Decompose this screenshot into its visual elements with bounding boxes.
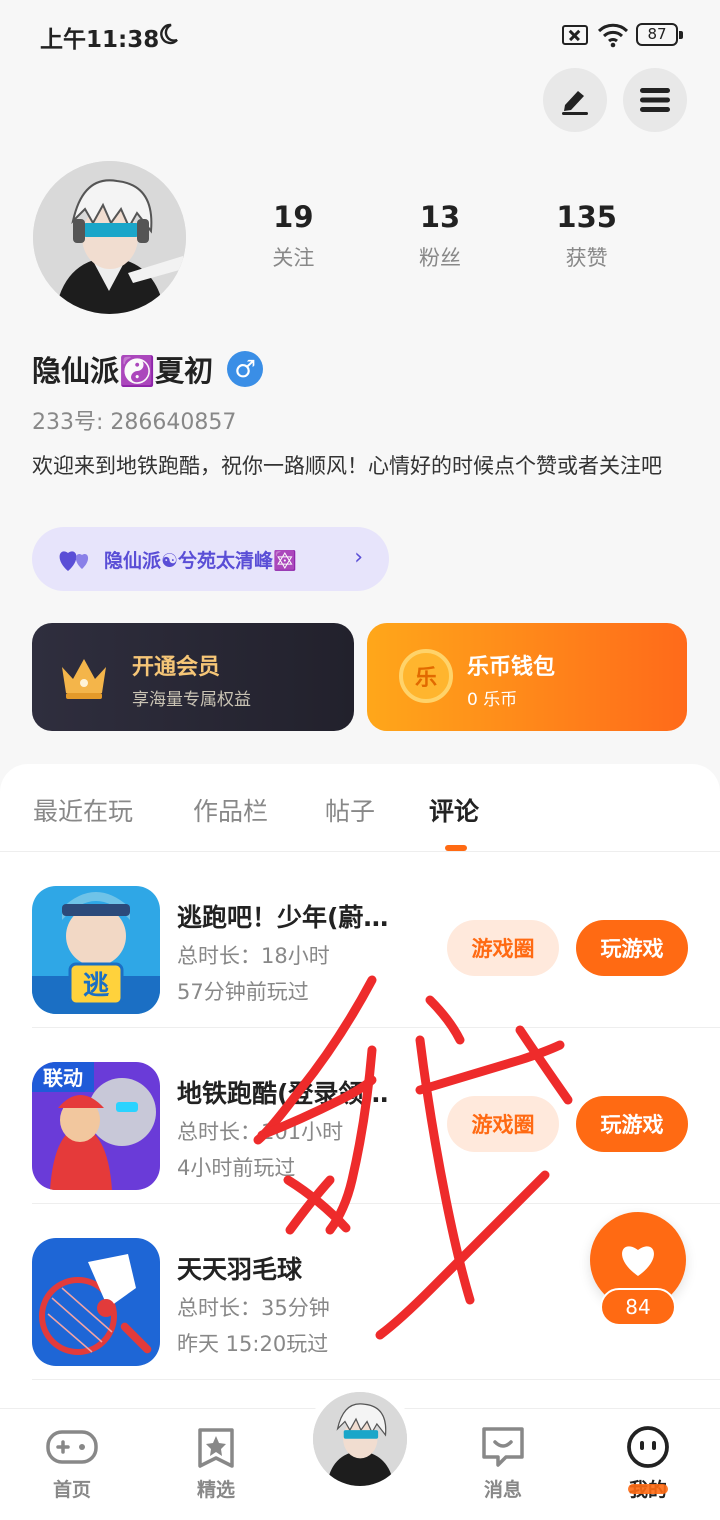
- nav-label: 消息: [483, 1479, 522, 1501]
- avatar-illustration: [33, 161, 186, 314]
- active-nav-indicator: [628, 1484, 668, 1494]
- game-icon-art: 逃: [32, 886, 160, 1014]
- badminton-icon-art: [32, 1238, 160, 1366]
- battery-icon: 87: [636, 23, 683, 46]
- game-list-item[interactable]: 联动 地铁跑酷(登录领… 总时长：101小时 4小时前玩过 游戏圈 玩游戏: [0, 1028, 720, 1204]
- game-icon-glyph: 逃: [83, 971, 109, 1001]
- tab-recently-played[interactable]: 最近在玩: [33, 792, 133, 828]
- profile-bio: 欢迎来到地铁跑酷，祝你一路顺风！心情好的时候点个赞或者关注吧: [32, 454, 662, 478]
- game-circle-button[interactable]: 游戏圈: [447, 920, 559, 976]
- nav-home[interactable]: 首页: [22, 1425, 122, 1502]
- heart-icon: [622, 1246, 654, 1276]
- avatar: [313, 1392, 407, 1486]
- message-icon: [482, 1427, 524, 1467]
- star-tab-icon: [198, 1428, 234, 1468]
- game-circle-button[interactable]: 游戏圈: [447, 1096, 559, 1152]
- stat-label: 获赞: [565, 246, 608, 270]
- stat-value: 19: [273, 200, 314, 234]
- do-not-disturb-moon-icon: [160, 23, 178, 45]
- stat-likes[interactable]: 135 获赞: [513, 200, 660, 272]
- wallet-balance: 0 乐币: [467, 690, 518, 710]
- game-name: 地铁跑酷(登录领…: [177, 1079, 389, 1108]
- play-game-button[interactable]: 玩游戏: [576, 1096, 688, 1152]
- status-bar: 上午11:38 87: [0, 0, 720, 70]
- nav-featured[interactable]: 精选: [166, 1425, 266, 1502]
- status-time: 上午11:38: [40, 27, 160, 53]
- menu-button[interactable]: [623, 68, 687, 132]
- pen-icon: [562, 91, 588, 115]
- edit-profile-button[interactable]: [543, 68, 607, 132]
- stat-value: 13: [419, 200, 461, 234]
- stat-value: 135: [556, 200, 617, 234]
- nav-label: 首页: [52, 1479, 91, 1501]
- stat-label: 关注: [272, 246, 315, 270]
- avatar-illustration: [313, 1392, 407, 1486]
- game-icon[interactable]: [32, 1238, 160, 1366]
- club-name: 隐仙派☯兮苑太清峰🔯: [104, 549, 297, 572]
- profile-avatar[interactable]: [33, 161, 186, 314]
- face-icon: [627, 1426, 669, 1468]
- stat-label: 粉丝: [419, 246, 461, 270]
- hearts-icon: [59, 551, 89, 571]
- profile-stats: 19 关注 13 粉丝 135 获赞: [220, 200, 660, 272]
- game-list-item[interactable]: 逃 逃跑吧！少年(蔚… 总时长：18小时 57分钟前玩过 游戏圈 玩游戏: [0, 852, 720, 1028]
- wallet-title: 乐币钱包: [467, 655, 556, 680]
- game-icon-glyph: 联动: [43, 1066, 83, 1090]
- game-icon[interactable]: 逃: [32, 886, 160, 1014]
- user-id[interactable]: 233号: 286640857: [32, 404, 236, 436]
- username: 隐仙派☯️夏初: [32, 354, 214, 388]
- stat-following[interactable]: 19 关注: [220, 200, 367, 272]
- vip-subtitle: 享海量专属权益: [132, 690, 251, 710]
- profile-tabs: 最近在玩 作品栏 帖子 评论: [0, 764, 720, 852]
- game-icon[interactable]: 联动: [32, 1062, 160, 1190]
- gamepad-icon: [46, 1430, 98, 1464]
- game-name: 逃跑吧！少年(蔚…: [177, 903, 389, 932]
- club-badge-button[interactable]: 隐仙派☯兮苑太清峰🔯 ›: [32, 527, 389, 591]
- vip-title: 开通会员: [132, 655, 221, 680]
- wifi-icon: [597, 23, 629, 48]
- tab-posts[interactable]: 帖子: [325, 792, 375, 828]
- active-tab-indicator: [445, 845, 467, 851]
- play-game-button[interactable]: 玩游戏: [576, 920, 688, 976]
- game-duration: 总时长：101小时: [177, 1120, 344, 1144]
- game-last-played: 4小时前玩过: [177, 1156, 296, 1180]
- crown-icon: [62, 659, 106, 699]
- game-duration: 总时长：35分钟: [177, 1296, 330, 1320]
- no-sim-icon: [562, 25, 588, 45]
- game-name: 天天羽毛球: [177, 1255, 303, 1284]
- game-icon-art: 联动: [32, 1062, 160, 1190]
- tab-works[interactable]: 作品栏: [193, 792, 268, 828]
- game-duration: 总时长：18小时: [177, 944, 330, 968]
- nav-label: 精选: [196, 1479, 235, 1501]
- coin-wallet-card[interactable]: 乐 乐币钱包 0 乐币: [367, 623, 687, 731]
- bottom-navigation: 首页 精选 消息 我的: [0, 1385, 720, 1520]
- nav-messages[interactable]: 消息: [453, 1425, 553, 1502]
- username-row: 隐仙派☯️夏初 ♂: [32, 348, 264, 390]
- vip-membership-card[interactable]: 开通会员 享海量专属权益: [32, 623, 354, 731]
- like-count: 84: [600, 1288, 676, 1326]
- game-last-played: 57分钟前玩过: [177, 980, 309, 1004]
- hamburger-icon: [640, 88, 670, 112]
- chevron-right-icon: ›: [354, 545, 363, 570]
- game-last-played: 昨天 15:20玩过: [177, 1332, 329, 1356]
- tab-comments[interactable]: 评论: [429, 792, 479, 828]
- divider: [32, 1379, 720, 1380]
- male-gender-icon: ♂: [227, 351, 264, 387]
- nav-center-avatar[interactable]: [306, 1385, 414, 1493]
- coin-icon: 乐: [399, 649, 453, 703]
- stat-followers[interactable]: 13 粉丝: [367, 200, 514, 272]
